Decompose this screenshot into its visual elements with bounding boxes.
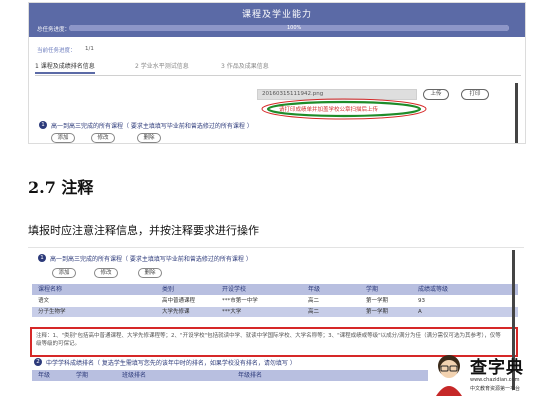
mascot-body bbox=[436, 386, 462, 396]
current-progress-label: 当前任务进度： bbox=[37, 48, 76, 54]
tab-course-info[interactable]: 1 课程及成绩排名信息 bbox=[35, 61, 95, 74]
table-cell: 语文 bbox=[38, 298, 50, 304]
section-description: 中学学科成绩排名（ 复选学生需填写您先的该年中时的排名，如果学校没有排名，请勿填… bbox=[46, 360, 296, 367]
column-header: 学期 bbox=[76, 372, 89, 379]
table-cell: A bbox=[418, 309, 422, 315]
table-header: 课程名称 类别 开设学校 年级 学期 成绩或等级 bbox=[32, 284, 518, 295]
tab-bar: 1 课程及成绩排名信息 2 学业水平测试信息 3 作品及成果信息 bbox=[35, 61, 521, 76]
table-cell: ***大学 bbox=[222, 309, 242, 315]
column-header: 年级排名 bbox=[238, 372, 263, 379]
column-header: 课程名称 bbox=[38, 286, 63, 293]
annotation-note: 注释：1、"类别"包括高中普通课程、大学先修课程等；2、"开设学校"包括就读中学… bbox=[36, 333, 501, 347]
edit-button[interactable]: 修改 bbox=[91, 133, 115, 143]
mascot-logo bbox=[436, 355, 462, 396]
section-description: 高一到高三完成的所有课程（ 要求主填填写毕业前和曾选修过的所有课程 ） bbox=[50, 256, 252, 263]
scrollbar[interactable] bbox=[515, 83, 518, 143]
current-progress-value: 1/1 bbox=[85, 46, 94, 52]
upload-warning: 请打印成绩单并加盖学校公章扫描后上传 bbox=[279, 107, 379, 113]
section-heading: 2.7 注释 bbox=[28, 178, 94, 197]
page-header: 课程及学业能力 bbox=[29, 3, 525, 37]
progress-percent: 100% bbox=[287, 25, 302, 31]
ranking-table-header: 年级 学期 班级排名 年级排名 bbox=[32, 370, 428, 381]
table-cell: 高二 bbox=[308, 309, 320, 315]
table-row[interactable]: 分子生物学 大学先修课 ***大学 高二 第一学期 A bbox=[32, 307, 518, 317]
tab-works-info[interactable]: 3 作品及成果信息 bbox=[221, 61, 269, 70]
add-button[interactable]: 添加 bbox=[52, 268, 76, 278]
table-cell: 第一学期 bbox=[366, 309, 389, 315]
column-header: 年级 bbox=[308, 286, 321, 293]
edit-button[interactable]: 修改 bbox=[94, 268, 118, 278]
table-cell: 第一学期 bbox=[366, 298, 389, 304]
section-number-badge: 1 bbox=[38, 254, 46, 262]
section-paragraph: 填报时应注意注释信息，并按注释要求进行操作 bbox=[28, 224, 259, 237]
section-number-badge: 2 bbox=[34, 358, 42, 366]
delete-button[interactable]: 删除 bbox=[137, 133, 161, 143]
total-progress-label: 总任务进度： bbox=[37, 27, 71, 33]
delete-button[interactable]: 删除 bbox=[138, 268, 162, 278]
table-row[interactable]: 语文 高中普通课程 ***市第一中学 高二 第一学期 93 bbox=[32, 296, 518, 306]
column-header: 年级 bbox=[38, 372, 51, 379]
logo-name: 查字典 bbox=[470, 358, 524, 378]
table-cell: 分子生物学 bbox=[38, 309, 66, 315]
page-title: 课程及学业能力 bbox=[241, 10, 312, 20]
column-header: 类别 bbox=[162, 286, 175, 293]
column-header: 成绩或等级 bbox=[418, 286, 449, 293]
logo-tagline: 中文教育资源第一平台 bbox=[470, 386, 521, 392]
column-header: 学期 bbox=[366, 286, 379, 293]
column-header: 开设学校 bbox=[222, 286, 247, 293]
add-button[interactable]: 添加 bbox=[51, 133, 75, 143]
mascot-face bbox=[440, 360, 458, 378]
section-description: 高一到高三完成的所有课程（ 要求主填填写毕业前和曾选修过的所有课程 ） bbox=[51, 123, 253, 130]
table-cell: 93 bbox=[418, 298, 425, 304]
screenshot-course-page: 课程及学业能力 总任务进度： 100% 当前任务进度： 1/1 1 课程及成绩排… bbox=[28, 2, 526, 144]
print-button[interactable]: 打印 bbox=[461, 89, 489, 100]
table-cell: 高二 bbox=[308, 298, 320, 304]
column-header: 班级排名 bbox=[122, 372, 147, 379]
logo-url: www.chazidian.com bbox=[470, 377, 520, 383]
section-number-badge: 1 bbox=[39, 121, 47, 129]
table-cell: ***市第一中学 bbox=[222, 298, 258, 304]
table-cell: 大学先修课 bbox=[162, 309, 190, 315]
table-cell: 高中普通课程 bbox=[162, 298, 196, 304]
tab-test-info[interactable]: 2 学业水平测试信息 bbox=[135, 61, 189, 70]
